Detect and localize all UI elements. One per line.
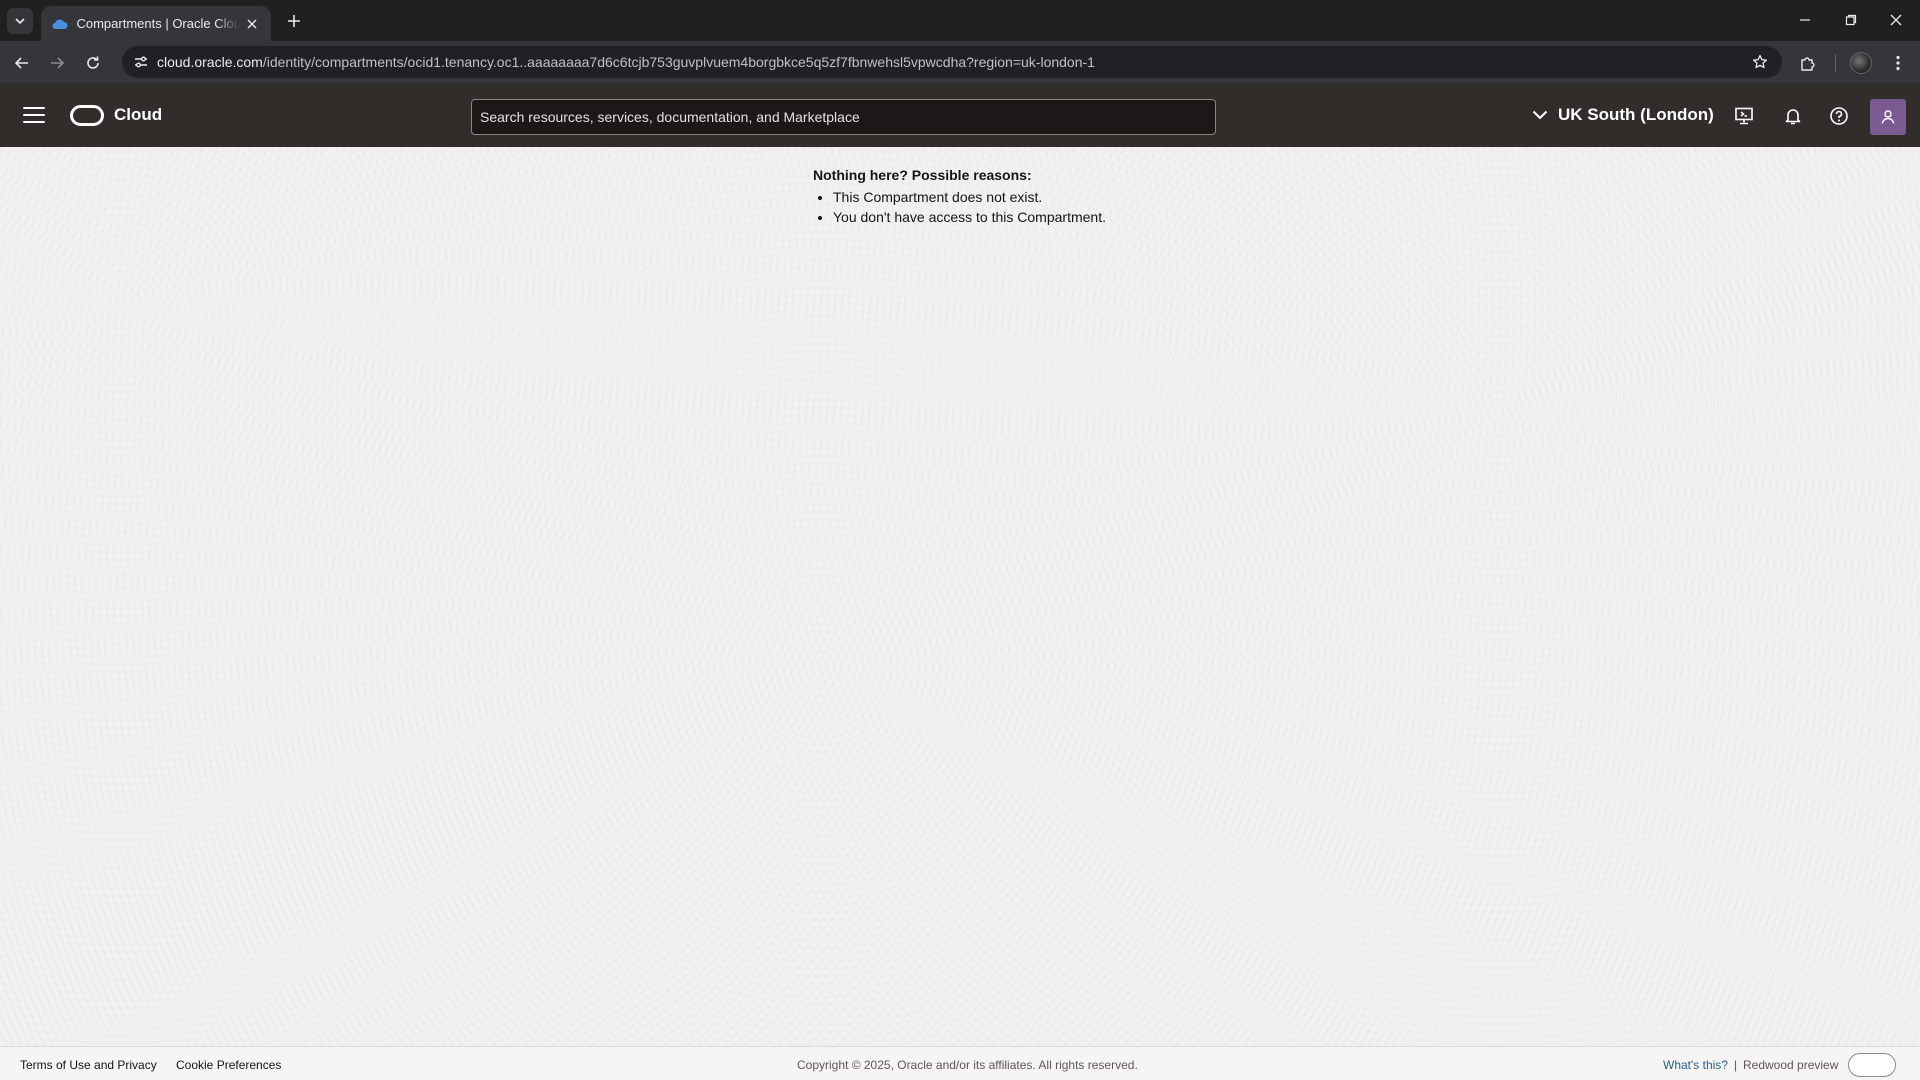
global-search[interactable] [471,99,1216,135]
browser-menu-icon[interactable] [1884,49,1912,77]
url-text: cloud.oracle.com/identity/compartments/o… [157,54,1095,70]
region-selector[interactable]: UK South (London) [1532,101,1714,129]
chevron-down-icon [15,18,25,25]
oracle-cloud-favicon-icon [51,15,68,33]
oracle-logo-icon[interactable] [70,105,104,126]
browser-toolbar: cloud.oracle.com/identity/compartments/o… [0,41,1920,83]
reload-icon[interactable] [79,49,107,77]
browser-tab-bar: Compartments | Oracle Cloud Infrastructu… [0,0,1920,41]
toggle-knob [1852,1057,1868,1073]
reasons-list: This Compartment does not exist. You don… [813,187,1253,227]
back-arrow-icon[interactable] [8,49,36,77]
terms-link[interactable]: Terms of Use and Privacy [20,1058,157,1072]
cloud-shell-icon[interactable] [1731,103,1757,129]
close-window-icon[interactable] [1881,6,1911,34]
reason-item: You don't have access to this Compartmen… [833,207,1253,227]
region-name: UK South (London) [1558,105,1714,124]
brand-name[interactable]: Cloud [114,105,162,125]
notifications-bell-icon[interactable] [1780,103,1806,129]
restore-window-icon[interactable] [1836,6,1866,34]
redwood-preview-toggle[interactable] [1848,1053,1896,1077]
user-icon [1881,110,1895,124]
cookie-preferences-link[interactable]: Cookie Preferences [176,1058,281,1072]
oci-header: Cloud UK South (London) [0,83,1920,147]
tab-search-button[interactable] [7,8,33,34]
minimize-icon[interactable] [1790,6,1820,34]
toolbar-divider [1835,54,1836,72]
browser-tab-active[interactable]: Compartments | Oracle Cloud Infrastructu… [41,6,271,41]
reason-item: This Compartment does not exist. [833,187,1253,207]
extensions-puzzle-icon[interactable] [1794,49,1822,77]
redwood-preview-label: Redwood preview [1743,1058,1839,1072]
footer-separator: | [1734,1058,1738,1072]
site-settings-icon[interactable] [130,51,152,73]
tab-title: Compartments | Oracle Cloud Infrastructu… [76,16,240,31]
url-host: cloud.oracle.com [157,54,263,70]
empty-state-heading: Nothing here? Possible reasons: [813,167,1032,183]
chevron-down-icon [1532,110,1548,120]
navigation-menu-icon[interactable] [20,103,48,127]
url-path: /identity/compartments/ocid1.tenancy.oc1… [262,54,1095,70]
close-tab-icon[interactable] [244,15,261,33]
new-tab-plus-icon[interactable] [282,9,306,33]
forward-arrow-icon[interactable] [43,49,71,77]
main-content: Nothing here? Possible reasons: This Com… [0,147,1920,1046]
profile-avatar[interactable] [1847,49,1875,77]
empty-state-message: Nothing here? Possible reasons: This Com… [813,167,1253,227]
profile-picture [1850,52,1872,74]
search-input[interactable] [472,100,1215,134]
user-profile-button[interactable] [1870,99,1906,135]
bookmark-star-icon[interactable] [1750,52,1770,72]
copyright-text: Copyright © 2025, Oracle and/or its affi… [797,1058,1138,1072]
help-icon[interactable] [1826,103,1852,129]
whats-this-link[interactable]: What's this? [1663,1058,1728,1072]
address-bar[interactable]: cloud.oracle.com/identity/compartments/o… [122,46,1782,78]
page-footer: Terms of Use and Privacy Cookie Preferen… [0,1046,1920,1080]
